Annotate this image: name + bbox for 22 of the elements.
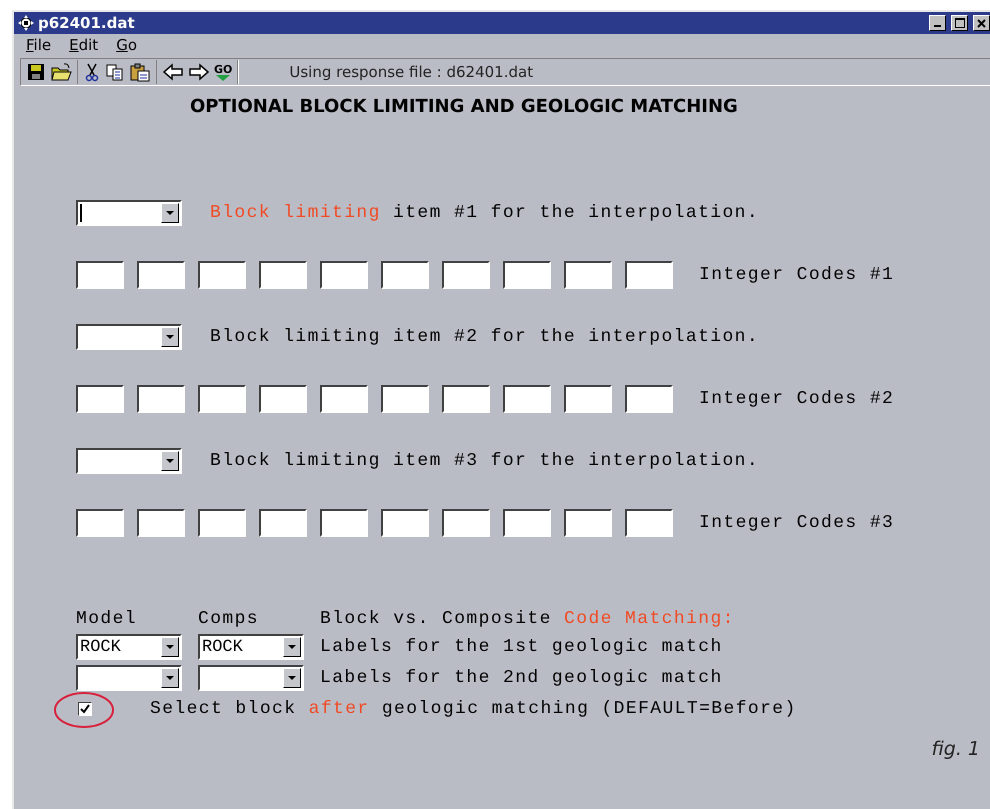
go-button[interactable]: GO	[214, 64, 232, 80]
section-title: Block vs. Composite Code Matching:	[320, 609, 735, 629]
column-header: Comps	[198, 609, 260, 629]
menu-item[interactable]: Go	[116, 36, 137, 58]
dropdown[interactable]: ROCK	[198, 634, 304, 660]
form-heading: OPTIONAL BLOCK LIMITING AND GEOLOGIC MATCHING	[189, 95, 739, 117]
figure-caption: fig. 1	[931, 738, 980, 760]
menu-item[interactable]: Edit	[69, 36, 98, 58]
field-label: Block limiting item #1 for the interpolation.	[210, 203, 760, 223]
dropdown[interactable]: ROCK	[76, 634, 182, 660]
checkbox-label: Select block after geologic matching (DEFAULT=Before)	[150, 699, 797, 719]
window-title: p62401.dat	[38, 14, 135, 32]
field-label: Labels for the 2nd geologic match	[320, 668, 723, 688]
field-label: Block limiting item #3 for the interpolation.	[210, 451, 760, 471]
field-label: Integer Codes #2	[699, 389, 894, 409]
field-label: Integer Codes #1	[699, 265, 894, 285]
field-label: Integer Codes #3	[699, 513, 894, 533]
field-label: Block limiting item #2 for the interpolation.	[210, 327, 760, 347]
field-label: Labels for the 1st geologic match	[320, 637, 723, 657]
menu-item[interactable]: File	[26, 36, 52, 58]
column-header: Model	[76, 609, 138, 629]
status-text: Using response file : d62401.dat	[238, 60, 534, 84]
